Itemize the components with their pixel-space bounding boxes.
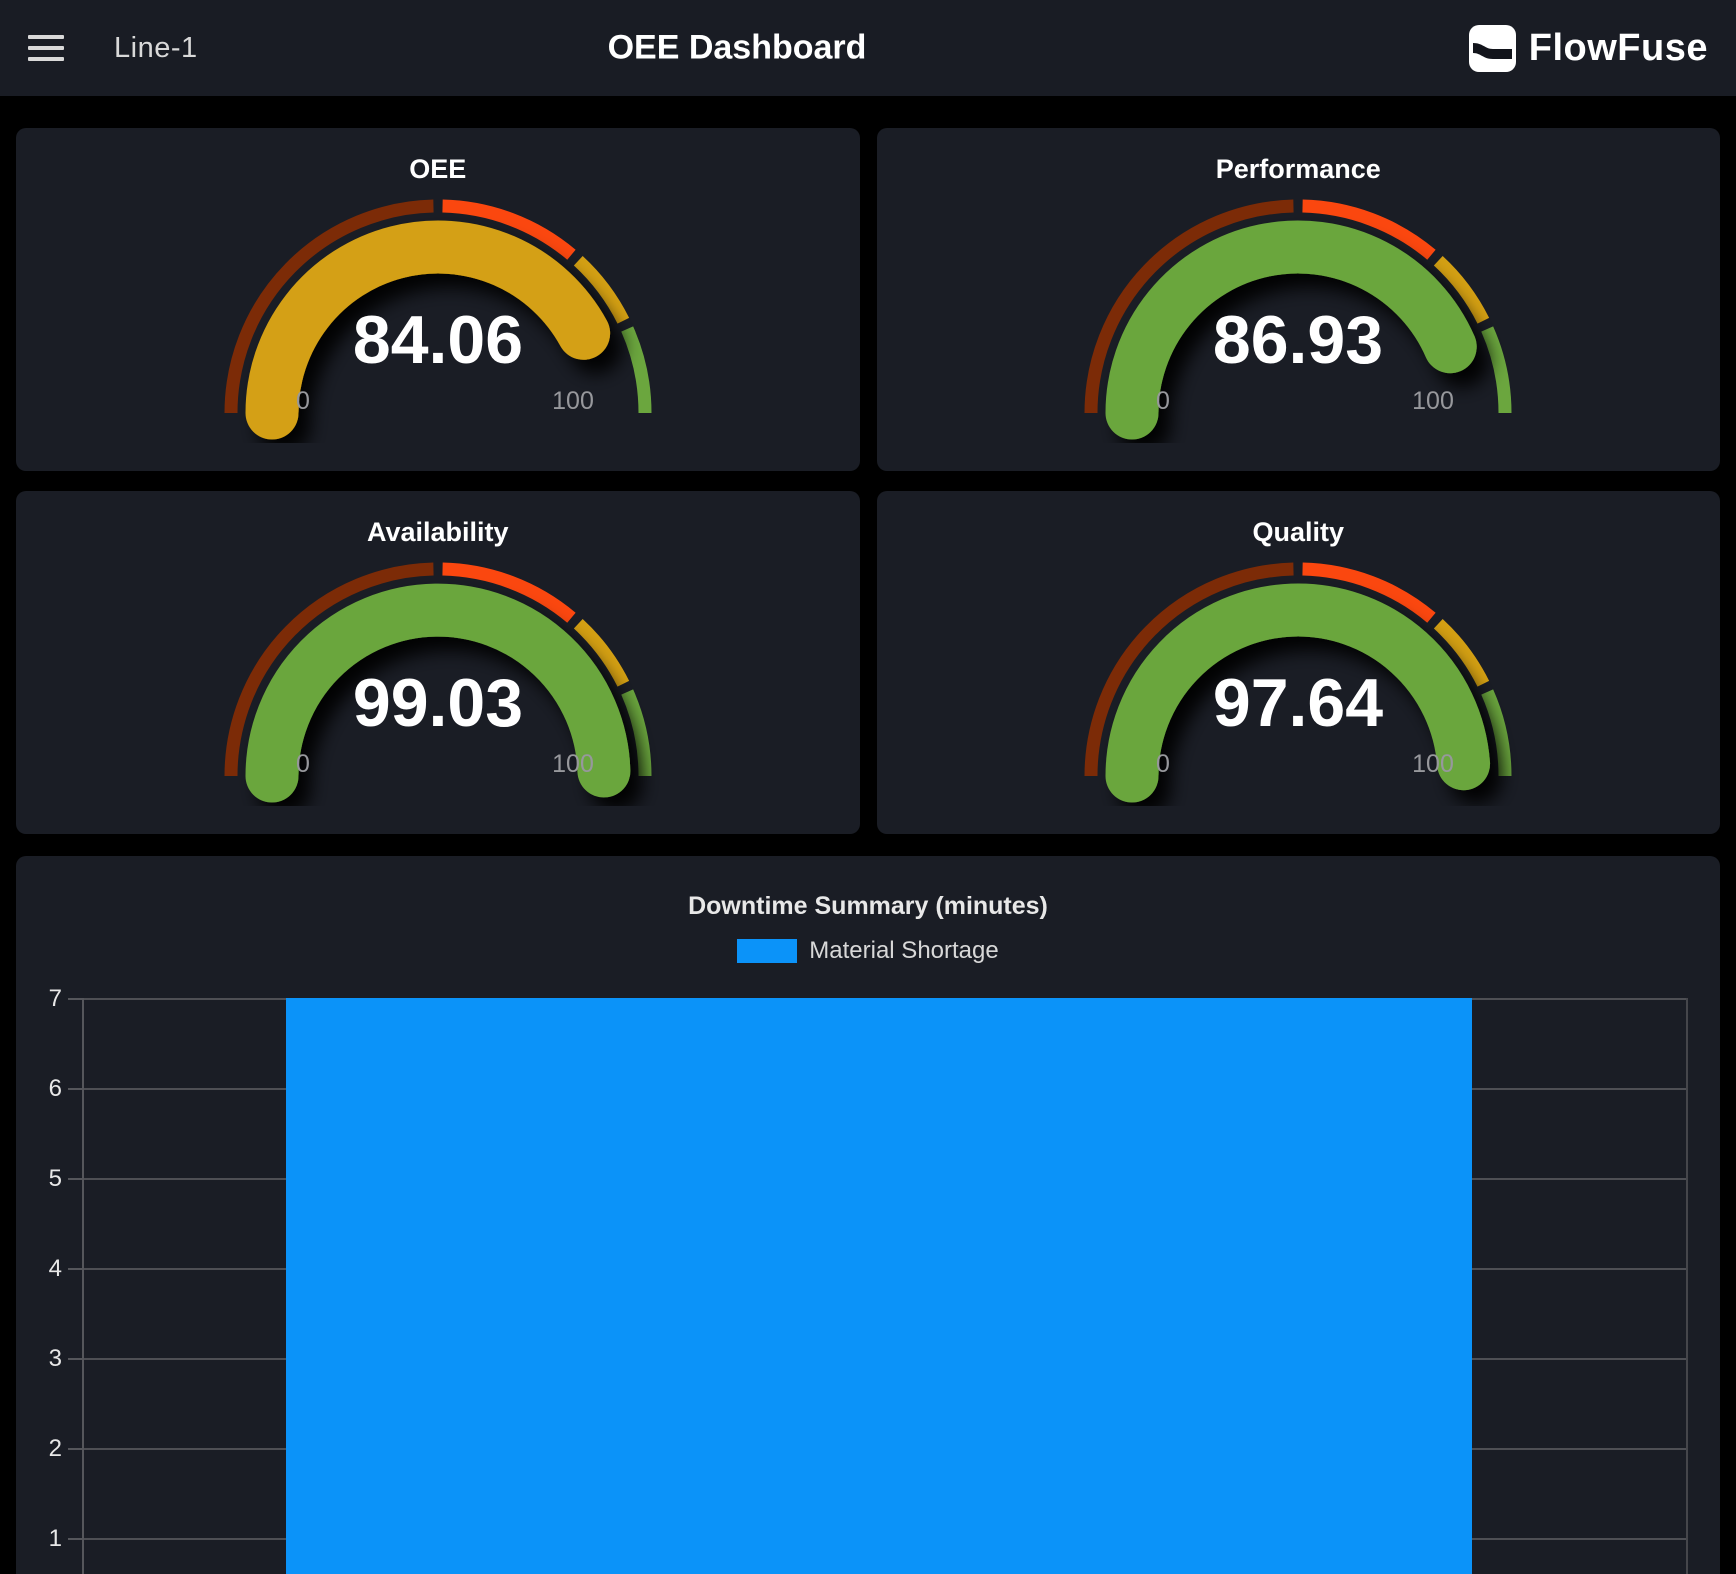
gauge-card-oee: OEE 84.06 0 100 <box>16 128 860 471</box>
gauge-max-label: 100 <box>1412 387 1454 415</box>
gauge-max-label: 100 <box>552 750 594 778</box>
chart-legend: Material Shortage <box>16 937 1720 965</box>
gauge-value: 97.64 <box>1213 665 1383 741</box>
gauge-card-availability: Availability 99.03 0 100 <box>16 491 860 834</box>
y-axis-tick <box>68 1448 84 1450</box>
gauge-value: 84.06 <box>353 302 523 378</box>
gauge-value: 99.03 <box>353 665 523 741</box>
dashboard-grid: OEE 84.06 0 100 Performance 86.93 0 100 … <box>16 128 1720 834</box>
y-axis-label: 6 <box>22 1075 62 1103</box>
gauge-value: 86.93 <box>1213 302 1383 378</box>
gauge-performance: 86.93 0 100 <box>1068 185 1528 443</box>
flowfuse-logo: FlowFuse <box>1469 25 1708 72</box>
y-axis-label: 3 <box>22 1345 62 1373</box>
brand-name: FlowFuse <box>1529 27 1708 70</box>
y-axis-tick <box>68 998 84 1000</box>
chart-title: Downtime Summary (minutes) <box>16 856 1720 921</box>
app-bar: Line-1 OEE Dashboard FlowFuse <box>0 0 1736 96</box>
downtime-chart-card: Downtime Summary (minutes) Material Shor… <box>16 856 1720 1574</box>
y-axis-label: 2 <box>22 1435 62 1463</box>
bar-material-shortage[interactable] <box>286 998 1472 1574</box>
gauge-title: Performance <box>877 154 1721 185</box>
chart-plot-area: 1234567 <box>82 998 1688 1574</box>
gauge-min-label: 0 <box>1156 750 1170 778</box>
y-axis-tick <box>68 1538 84 1540</box>
gauge-title: Quality <box>877 517 1721 548</box>
legend-swatch[interactable] <box>737 939 797 963</box>
y-axis-label: 5 <box>22 1165 62 1193</box>
gauge-max-label: 100 <box>552 387 594 415</box>
y-axis-tick <box>68 1358 84 1360</box>
gauge-card-quality: Quality 97.64 0 100 <box>877 491 1721 834</box>
gauge-title: Availability <box>16 517 860 548</box>
flowfuse-logo-icon <box>1469 25 1516 72</box>
gauge-min-label: 0 <box>296 387 310 415</box>
y-axis-tick <box>68 1268 84 1270</box>
gauge-availability: 99.03 0 100 <box>208 548 668 806</box>
gauge-title: OEE <box>16 154 860 185</box>
y-axis-label: 7 <box>22 985 62 1013</box>
y-axis-label: 1 <box>22 1525 62 1553</box>
gauge-oee: 84.06 0 100 <box>208 185 668 443</box>
hamburger-menu-icon[interactable] <box>28 35 64 61</box>
gauge-card-performance: Performance 86.93 0 100 <box>877 128 1721 471</box>
page-title: OEE Dashboard <box>608 29 867 68</box>
y-axis-tick <box>68 1088 84 1090</box>
gauge-min-label: 0 <box>296 750 310 778</box>
gauge-quality: 97.64 0 100 <box>1068 548 1528 806</box>
legend-label[interactable]: Material Shortage <box>809 937 998 965</box>
gauge-min-label: 0 <box>1156 387 1170 415</box>
y-axis-tick <box>68 1178 84 1180</box>
gauge-max-label: 100 <box>1412 750 1454 778</box>
nav-title: Line-1 <box>114 32 198 65</box>
y-axis-label: 4 <box>22 1255 62 1283</box>
